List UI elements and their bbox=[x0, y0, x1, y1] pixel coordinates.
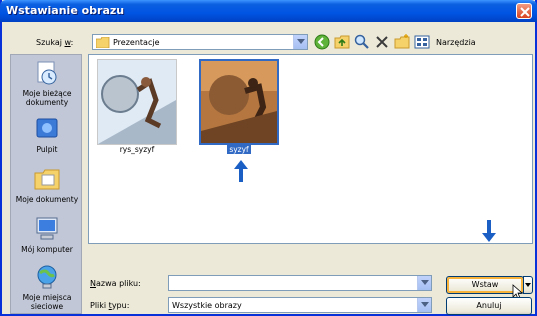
file-type-value: Wszystkie obrazy bbox=[172, 301, 242, 310]
file-thumbnail-rys-syzyf[interactable] bbox=[97, 59, 177, 145]
back-button[interactable] bbox=[314, 34, 330, 50]
places-bar: Moje bieżące dokumenty Pulpit Moje dokum… bbox=[10, 54, 82, 314]
my-computer-icon bbox=[36, 217, 58, 240]
dialog-toolbar: Narzędzia bbox=[314, 33, 476, 51]
place-my-documents[interactable]: Moje dokumenty bbox=[11, 165, 83, 204]
look-in-value: Prezentacje bbox=[113, 38, 160, 47]
up-one-level-button[interactable] bbox=[334, 34, 350, 50]
file-name-label: Nazwa pliku: bbox=[90, 279, 141, 288]
folder-icon bbox=[96, 37, 110, 48]
place-label: Pulpit bbox=[36, 145, 58, 154]
file-name-input[interactable] bbox=[168, 275, 432, 291]
my-documents-icon bbox=[34, 169, 60, 190]
place-network[interactable]: Moje miejsca sieciowe bbox=[11, 263, 83, 311]
insert-options-button[interactable] bbox=[523, 276, 533, 294]
new-folder-button[interactable] bbox=[394, 34, 410, 50]
network-places-icon bbox=[37, 265, 57, 289]
file-type-label: Pliki typu: bbox=[90, 301, 130, 310]
search-web-button[interactable] bbox=[354, 34, 370, 50]
views-button[interactable] bbox=[414, 34, 430, 50]
new-folder-icon bbox=[394, 34, 410, 49]
arrow-up-icon bbox=[234, 160, 248, 182]
file-thumbnail-syzyf[interactable] bbox=[199, 59, 279, 145]
place-label: Moje bieżące dokumenty bbox=[22, 89, 72, 107]
file-name-selected[interactable]: syzyf bbox=[199, 145, 279, 154]
cancel-button[interactable]: Anuluj bbox=[446, 297, 532, 315]
window-title: Wstawianie obrazu bbox=[6, 4, 125, 17]
sisyphus-drawing-image bbox=[98, 60, 176, 144]
place-label: Moje dokumenty bbox=[15, 195, 79, 204]
tools-menu[interactable]: Narzędzia bbox=[436, 38, 476, 47]
arrow-down-icon bbox=[482, 220, 496, 242]
delete-icon bbox=[376, 36, 388, 48]
file-type-dropdown[interactable]: Wszystkie obrazy bbox=[168, 297, 432, 313]
place-desktop[interactable]: Pulpit bbox=[11, 115, 83, 154]
file-name[interactable]: rys_syzyf bbox=[97, 145, 177, 154]
title-bar[interactable]: Wstawianie obrazu bbox=[0, 0, 537, 22]
look-in-dropdown[interactable]: Prezentacje bbox=[92, 34, 308, 50]
desktop-icon bbox=[36, 118, 58, 138]
file-list[interactable]: rys_syzyf syzyf bbox=[88, 54, 533, 244]
place-my-computer[interactable]: Mój komputer bbox=[11, 215, 83, 254]
look-in-label: Szukaj w: bbox=[36, 38, 74, 47]
file-name-dropdown-arrow[interactable] bbox=[417, 276, 431, 290]
delete-button[interactable] bbox=[374, 34, 390, 50]
recent-documents-icon bbox=[37, 61, 57, 85]
sisyphus-photo-image bbox=[201, 61, 277, 143]
place-label: Mój komputer bbox=[21, 245, 73, 254]
back-icon bbox=[314, 34, 330, 50]
place-label: Moje miejsca sieciowe bbox=[22, 293, 72, 311]
chevron-down-icon bbox=[421, 302, 429, 307]
up-folder-icon bbox=[334, 35, 350, 49]
views-icon bbox=[414, 35, 430, 49]
search-web-icon bbox=[354, 34, 369, 49]
chevron-down-icon bbox=[297, 39, 305, 44]
place-recent-documents[interactable]: Moje bieżące dokumenty bbox=[11, 59, 83, 107]
chevron-down-icon bbox=[525, 283, 531, 287]
file-type-dropdown-arrow[interactable] bbox=[417, 298, 431, 312]
insert-picture-dialog: Wstawianie obrazu Szukaj w: Prezentacje bbox=[0, 0, 537, 316]
look-in-dropdown-arrow[interactable] bbox=[293, 35, 307, 49]
close-button[interactable] bbox=[516, 3, 532, 19]
close-icon bbox=[520, 7, 530, 17]
chevron-down-icon bbox=[421, 280, 429, 285]
